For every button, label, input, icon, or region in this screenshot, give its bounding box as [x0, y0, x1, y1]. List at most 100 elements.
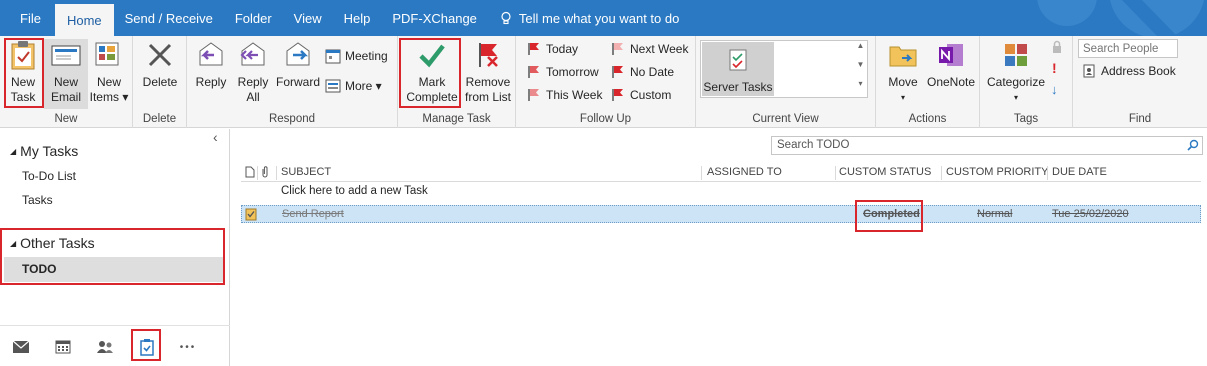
- more-apps-icon[interactable]: •••: [177, 336, 199, 358]
- tomorrow-button[interactable]: Tomorrow: [526, 64, 599, 80]
- nav-todo-folder[interactable]: TODO: [22, 262, 56, 276]
- col-custom-priority-header[interactable]: CUSTOM PRIORITY: [946, 166, 1048, 182]
- new-items-button[interactable]: New Items ▾: [89, 39, 129, 105]
- task-status: Completed: [863, 208, 920, 220]
- expand-triangle-icon: ◢: [10, 238, 17, 248]
- address-book-icon: [1081, 63, 1097, 79]
- people-icon[interactable]: [94, 336, 116, 358]
- custom-label: Custom: [630, 88, 672, 102]
- categorize-button[interactable]: Categorize ▾: [986, 39, 1046, 105]
- move-button[interactable]: Move ▾: [884, 39, 922, 105]
- server-tasks-view-button[interactable]: Server Tasks: [702, 42, 774, 96]
- tasks-icon[interactable]: [136, 336, 158, 358]
- address-book-button[interactable]: Address Book: [1081, 63, 1176, 79]
- mail-icon[interactable]: [10, 336, 32, 358]
- my-tasks-header[interactable]: ◢ My Tasks: [10, 143, 78, 159]
- search-people-input[interactable]: [1078, 39, 1178, 58]
- forward-icon: [282, 39, 314, 71]
- search-todo-box[interactable]: Search TODO: [771, 136, 1203, 155]
- tab-help[interactable]: Help: [333, 0, 382, 36]
- reply-label: Reply: [195, 75, 227, 89]
- task-due-date: Tue 25/02/2020: [1052, 208, 1129, 220]
- nav-tasks[interactable]: Tasks: [22, 193, 53, 207]
- delete-button[interactable]: Delete: [139, 39, 181, 90]
- address-book-label: Address Book: [1101, 64, 1176, 78]
- reply-all-icon: [237, 39, 269, 71]
- task-clipboard-icon: [7, 39, 39, 71]
- tab-send-receive[interactable]: Send / Receive: [114, 0, 224, 36]
- today-button[interactable]: Today: [526, 41, 578, 57]
- task-list-pane: Search TODO SUBJECT ASSIGNED TO CUSTOM S…: [231, 129, 1207, 366]
- tab-home[interactable]: Home: [54, 4, 114, 36]
- col-due-date-header[interactable]: DUE DATE: [1052, 166, 1107, 182]
- lightbulb-icon: [501, 11, 511, 25]
- tab-view[interactable]: View: [283, 0, 333, 36]
- tell-me-label: Tell me what you want to do: [518, 10, 680, 26]
- categorize-icon: [1000, 39, 1032, 71]
- tab-file[interactable]: File: [0, 0, 55, 36]
- nav-todo-list[interactable]: To-Do List: [22, 169, 76, 183]
- onenote-label: OneNote: [926, 75, 976, 89]
- col-custom-status-header[interactable]: CUSTOM STATUS: [839, 166, 931, 182]
- delete-label: Delete: [142, 75, 178, 89]
- calendar-icon[interactable]: [52, 336, 74, 358]
- col-subject-header[interactable]: SUBJECT: [281, 166, 331, 182]
- new-task-button[interactable]: New Task: [6, 39, 40, 105]
- new-email-label-2: Email: [50, 90, 81, 104]
- gallery-expand-button[interactable]: ▾: [854, 79, 867, 97]
- new-task-label-1: New: [10, 75, 35, 89]
- col-assigned-to-header[interactable]: ASSIGNED TO: [707, 166, 782, 182]
- new-items-icon: [93, 39, 125, 71]
- forward-button[interactable]: Forward: [275, 39, 321, 90]
- add-new-task-row[interactable]: Click here to add a new Task: [281, 185, 428, 197]
- remove-label-1: Remove: [465, 75, 511, 89]
- paperclip-icon: [262, 166, 268, 178]
- menu-bar: File Home Send / Receive Folder View Hel…: [0, 0, 1207, 36]
- new-email-button[interactable]: New Email: [44, 39, 88, 109]
- gallery-scroll-down-button[interactable]: ▼: [854, 60, 867, 78]
- other-tasks-header[interactable]: ◢ Other Tasks: [10, 235, 95, 251]
- more-button[interactable]: More ▾: [325, 78, 382, 94]
- new-items-label-2: Items ▾: [89, 90, 129, 104]
- col-divider: [276, 166, 277, 180]
- reply-button[interactable]: Reply: [193, 39, 229, 90]
- col-divider: [701, 166, 702, 180]
- col-icon-header[interactable]: [245, 166, 257, 182]
- mark-complete-label-1: Mark: [418, 75, 446, 89]
- custom-button[interactable]: Custom: [610, 87, 671, 103]
- col-attachment-header[interactable]: [261, 166, 273, 182]
- group-respond: Reply Reply All Forward Meeting More ▾ R…: [187, 36, 398, 128]
- group-label-actions: Actions: [908, 113, 947, 125]
- search-icon[interactable]: [1187, 139, 1199, 154]
- tab-folder[interactable]: Folder: [224, 0, 283, 36]
- folder-pane: ‹ ◢ My Tasks To-Do List Tasks ◢ Other Ta…: [0, 129, 230, 366]
- private-lock-icon[interactable]: [1050, 40, 1064, 54]
- low-importance-icon[interactable]: ↓: [1051, 82, 1058, 97]
- tell-me-box[interactable]: Tell me what you want to do: [488, 0, 690, 36]
- bottom-nav: •••: [0, 325, 230, 366]
- no-date-button[interactable]: No Date: [610, 64, 674, 80]
- flag-next-week-icon: [610, 41, 626, 57]
- flag-this-week-icon: [526, 87, 542, 103]
- email-icon: [50, 39, 82, 71]
- assigned-cell-bg: [704, 206, 839, 222]
- col-divider: [1047, 166, 1048, 180]
- server-tasks-icon: [722, 44, 754, 76]
- mark-complete-button[interactable]: Mark Complete: [403, 39, 461, 105]
- today-label: Today: [546, 42, 579, 56]
- this-week-button[interactable]: This Week: [526, 87, 602, 103]
- gallery-scroll-up-button[interactable]: ▲: [854, 41, 867, 59]
- table-row[interactable]: Send Report Completed Normal Tue 25/02/2…: [241, 205, 1201, 223]
- collapse-pane-button[interactable]: ‹: [213, 129, 218, 145]
- reply-all-label-2: All: [246, 90, 260, 104]
- remove-from-list-button[interactable]: Remove from List: [462, 39, 514, 105]
- task-complete-icon[interactable]: [244, 207, 258, 221]
- next-week-button[interactable]: Next Week: [610, 41, 688, 57]
- tab-pdf-xchange[interactable]: PDF-XChange: [381, 0, 488, 36]
- onenote-button[interactable]: OneNote: [926, 39, 976, 90]
- group-tags: Categorize ▾ ! ↓ Tags: [980, 36, 1073, 128]
- group-label-manage-task: Manage Task: [422, 113, 491, 125]
- meeting-button[interactable]: Meeting: [325, 48, 388, 64]
- high-importance-icon[interactable]: !: [1052, 60, 1057, 76]
- reply-all-button[interactable]: Reply All: [234, 39, 272, 105]
